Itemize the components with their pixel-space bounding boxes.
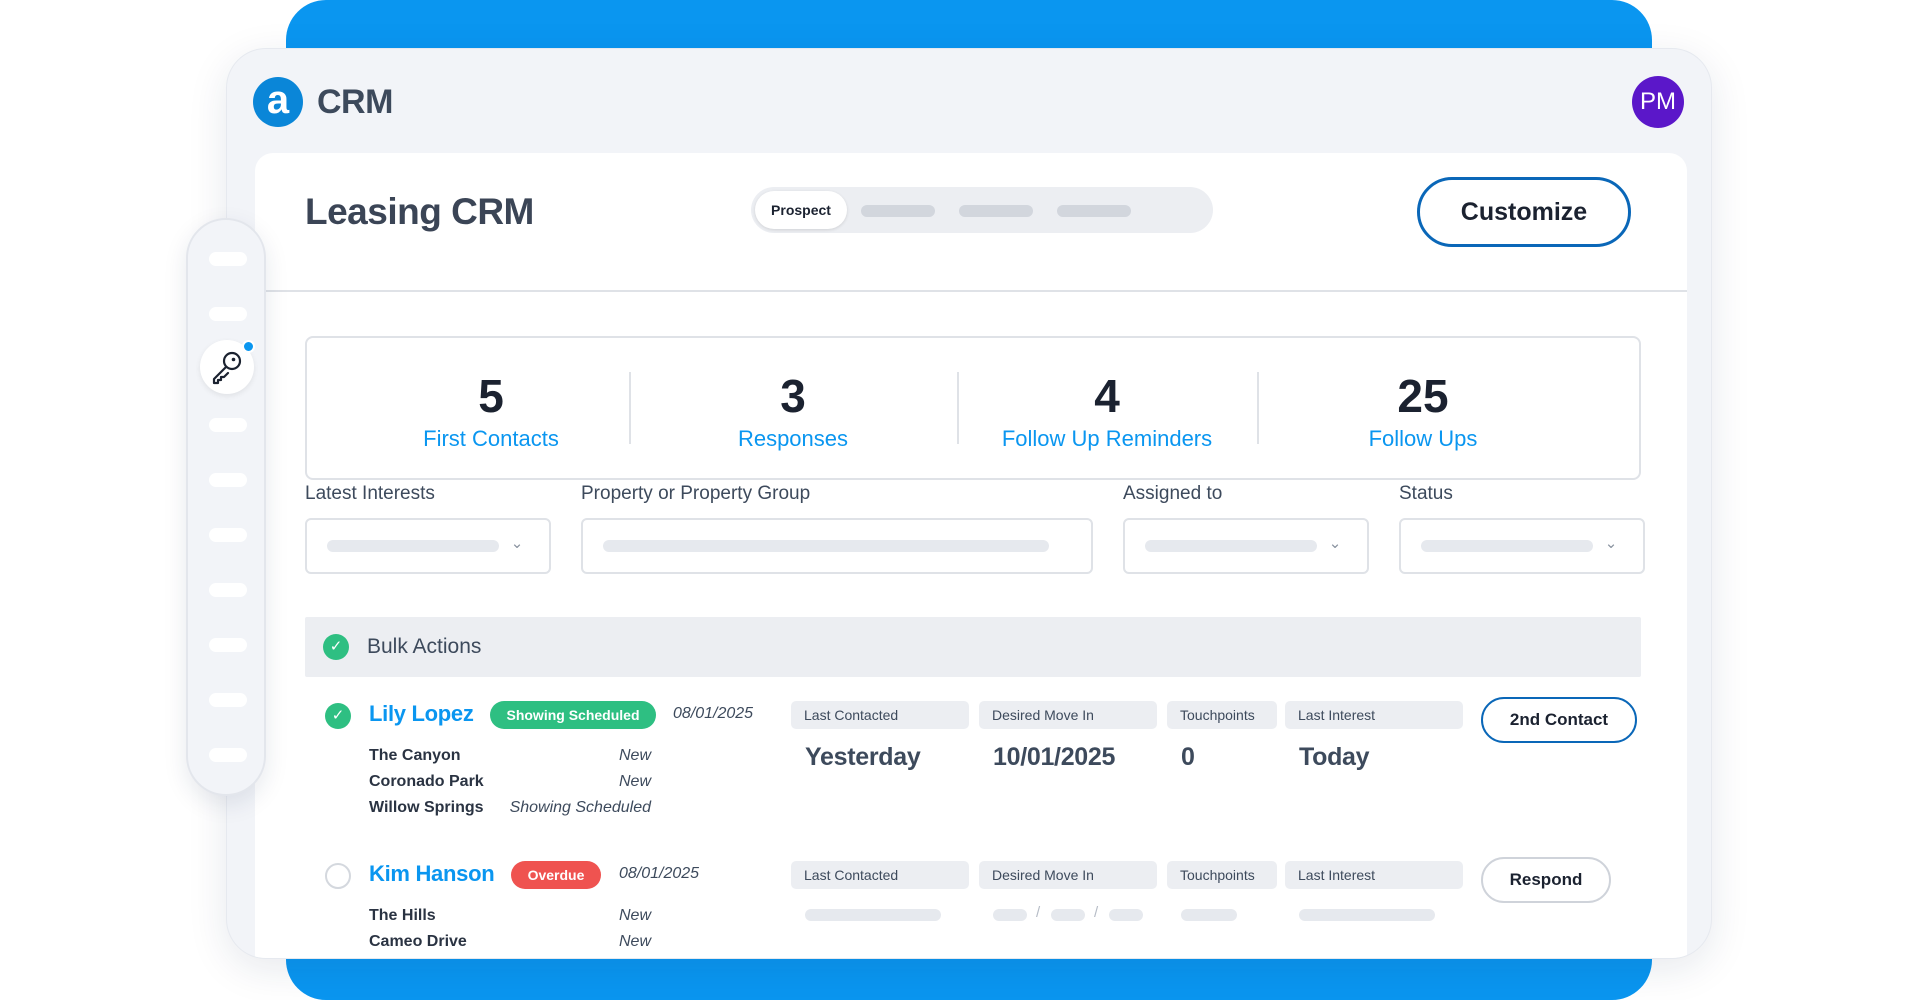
stat-value: 25 bbox=[1397, 370, 1449, 422]
value-placeholder bbox=[993, 909, 1027, 921]
nav-item[interactable] bbox=[209, 528, 247, 542]
nav-item[interactable] bbox=[209, 693, 247, 707]
column-label: Touchpoints bbox=[1167, 701, 1277, 729]
column-value: 10/01/2025 bbox=[993, 743, 1116, 771]
lead-row: ✓ Lily Lopez Showing Scheduled 08/01/202… bbox=[305, 693, 1641, 833]
status-badge: Overdue bbox=[511, 861, 601, 889]
chevron-down-icon: ⌄ bbox=[510, 535, 524, 552]
date-separator: / bbox=[1094, 904, 1099, 921]
property-name: The Hills bbox=[369, 907, 436, 924]
stat-first-contacts[interactable]: 5 First Contacts bbox=[341, 368, 641, 454]
bulk-select-check-icon[interactable]: ✓ bbox=[323, 634, 349, 660]
value-placeholder bbox=[1181, 909, 1237, 921]
nav-item[interactable] bbox=[209, 418, 247, 432]
filter-label-latest-interests: Latest Interests bbox=[305, 483, 435, 504]
page-title: Leasing CRM bbox=[305, 191, 534, 232]
value-placeholder bbox=[1109, 909, 1143, 921]
second-contact-button[interactable]: 2nd Contact bbox=[1481, 697, 1637, 743]
stat-follow-ups[interactable]: 25 Follow Ups bbox=[1273, 368, 1573, 454]
chevron-down-icon: ⌄ bbox=[1604, 535, 1618, 552]
date-separator: / bbox=[1036, 904, 1041, 921]
column-label: Last Contacted bbox=[791, 701, 969, 729]
column-label: Last Contacted bbox=[791, 861, 969, 889]
stats-card: 5 First Contacts 3 Responses 4 Follow Up… bbox=[305, 336, 1641, 480]
property-status: New bbox=[618, 747, 651, 764]
lead-row: Kim Hanson Overdue 08/01/2025 The Hills … bbox=[305, 853, 1641, 958]
stat-label: Responses bbox=[737, 426, 849, 451]
lead-check-icon[interactable] bbox=[325, 863, 351, 889]
bulk-actions-bar: ✓ Bulk Actions bbox=[305, 617, 1641, 677]
select-value-placeholder bbox=[1421, 540, 1593, 552]
column-label: Touchpoints bbox=[1167, 861, 1277, 889]
assigned-to-select[interactable]: ⌄ bbox=[1123, 518, 1369, 574]
notification-dot bbox=[242, 340, 255, 353]
property-name: The Canyon bbox=[369, 747, 461, 764]
stat-responses[interactable]: 3 Responses bbox=[643, 368, 943, 454]
property-status: New bbox=[618, 907, 651, 924]
column-label: Last Interest bbox=[1285, 701, 1463, 729]
stat-label: Follow Ups bbox=[1368, 426, 1478, 451]
user-avatar[interactable]: PM bbox=[1632, 76, 1684, 128]
lead-check-icon[interactable]: ✓ bbox=[325, 703, 351, 729]
main-card: Leasing CRM Prospect Customize 5 First C… bbox=[255, 153, 1687, 958]
lead-name-link[interactable]: Kim Hanson bbox=[369, 861, 495, 887]
filter-label-status: Status bbox=[1399, 483, 1453, 504]
column-value: Yesterday bbox=[805, 743, 921, 771]
respond-button[interactable]: Respond bbox=[1481, 857, 1611, 903]
column-label: Desired Move In bbox=[979, 701, 1157, 729]
nav-item[interactable] bbox=[209, 473, 247, 487]
header-divider bbox=[255, 290, 1687, 292]
select-value-placeholder bbox=[1145, 540, 1317, 552]
bulk-actions-label: Bulk Actions bbox=[367, 635, 482, 658]
stat-value: 3 bbox=[780, 370, 806, 422]
status-select[interactable]: ⌄ bbox=[1399, 518, 1645, 574]
lead-date: 08/01/2025 bbox=[619, 865, 700, 882]
filter-label-property: Property or Property Group bbox=[581, 483, 811, 504]
app-window: a CRM PM Leasing CRM Prospect Customize … bbox=[226, 48, 1712, 959]
app-logo-icon: a bbox=[253, 77, 303, 127]
stat-label: First Contacts bbox=[423, 426, 559, 451]
chevron-down-icon: ⌄ bbox=[1328, 535, 1342, 552]
stat-value: 4 bbox=[1094, 370, 1120, 422]
side-nav-rail bbox=[186, 218, 266, 796]
property-status: Showing Scheduled bbox=[509, 799, 651, 816]
value-placeholder bbox=[1299, 909, 1435, 921]
stat-follow-up-reminders[interactable]: 4 Follow Up Reminders bbox=[957, 368, 1257, 454]
stat-label: Follow Up Reminders bbox=[1001, 426, 1213, 451]
tab-placeholder[interactable] bbox=[959, 205, 1033, 217]
stat-divider bbox=[1257, 372, 1259, 444]
lead-name-link[interactable]: Lily Lopez bbox=[369, 701, 474, 727]
stat-divider bbox=[629, 372, 631, 444]
property-status: New bbox=[618, 933, 651, 950]
lead-date: 08/01/2025 bbox=[673, 705, 754, 722]
column-label: Last Interest bbox=[1285, 861, 1463, 889]
app-title: CRM bbox=[317, 83, 393, 121]
column-value: 0 bbox=[1181, 743, 1195, 771]
tab-placeholder[interactable] bbox=[1057, 205, 1131, 217]
stat-value: 5 bbox=[478, 370, 504, 422]
select-value-placeholder bbox=[603, 540, 1049, 552]
select-value-placeholder bbox=[327, 540, 499, 552]
latest-interests-select[interactable]: ⌄ bbox=[305, 518, 551, 574]
column-label: Desired Move In bbox=[979, 861, 1157, 889]
property-name: Cameo Drive bbox=[369, 933, 467, 950]
nav-item[interactable] bbox=[209, 252, 247, 266]
filter-label-assigned-to: Assigned to bbox=[1123, 483, 1223, 504]
value-placeholder bbox=[805, 909, 941, 921]
nav-item[interactable] bbox=[209, 748, 247, 762]
tab-prospect[interactable]: Prospect bbox=[755, 191, 847, 229]
status-badge: Showing Scheduled bbox=[490, 701, 656, 729]
column-value: Today bbox=[1299, 743, 1370, 771]
nav-item[interactable] bbox=[209, 307, 247, 321]
tab-placeholder[interactable] bbox=[861, 205, 935, 217]
view-tabs: Prospect bbox=[751, 187, 1213, 233]
value-placeholder bbox=[1051, 909, 1085, 921]
property-status: New bbox=[618, 773, 651, 790]
nav-item[interactable] bbox=[209, 583, 247, 597]
nav-item[interactable] bbox=[209, 638, 247, 652]
customize-button[interactable]: Customize bbox=[1417, 177, 1631, 247]
property-select[interactable] bbox=[581, 518, 1093, 574]
